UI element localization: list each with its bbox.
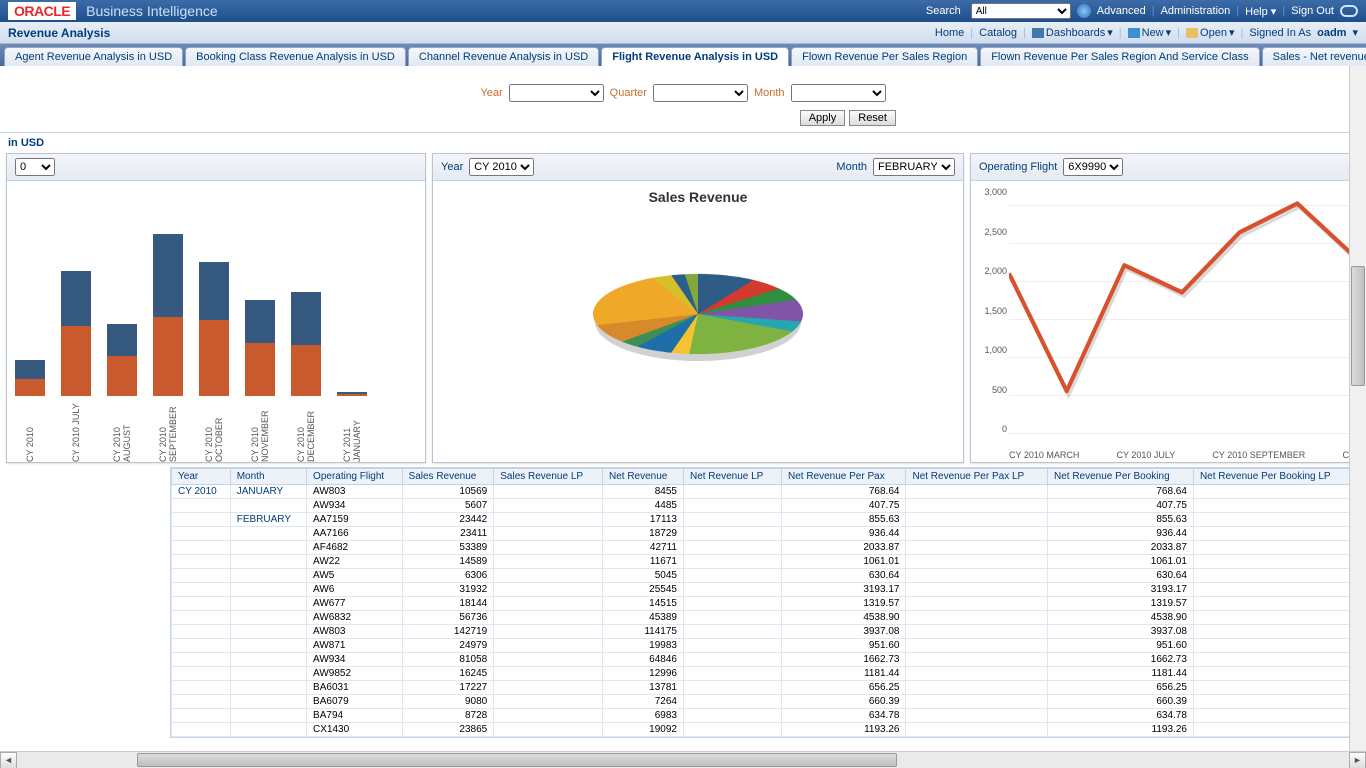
table-row: BA79487286983634.78634.78 <box>172 709 1357 723</box>
pie-chart-title: Sales Revenue <box>433 181 963 209</box>
panel2-year-label: Year <box>441 161 463 173</box>
scroll-left-icon[interactable]: ◄ <box>0 752 17 768</box>
pie-chart-panel: Year CY 2010 Month FEBRUARY Sales Revenu… <box>432 153 964 463</box>
col-header[interactable]: Operating Flight <box>307 469 402 485</box>
prompt-quarter-label: Quarter <box>610 87 647 99</box>
col-header[interactable]: Net Revenue Per Booking LP <box>1193 469 1356 485</box>
panel2-month-select[interactable]: FEBRUARY <box>873 158 955 176</box>
link-signout[interactable]: Sign Out <box>1291 5 1334 17</box>
table-row: AW631932255453193.173193.17 <box>172 583 1357 597</box>
table-row: AW67718144145151319.571319.57 <box>172 597 1357 611</box>
scroll-right-icon[interactable]: ► <box>1349 752 1366 768</box>
panel3-flight-select[interactable]: 6X9990 <box>1063 158 1123 176</box>
prompt-month-label: Month <box>754 87 785 99</box>
prompt-month-select[interactable] <box>791 84 886 102</box>
tab-4[interactable]: Flown Revenue Per Sales Region <box>791 47 978 66</box>
horizontal-scrollbar[interactable]: ◄ ► <box>0 751 1366 768</box>
reset-button[interactable]: Reset <box>849 110 896 126</box>
table-row: AW563065045630.64630.64 <box>172 569 1357 583</box>
tab-5[interactable]: Flown Revenue Per Sales Region And Servi… <box>980 47 1259 66</box>
col-header[interactable]: Net Revenue Per Pax <box>781 469 905 485</box>
table-row: AW8031427191141753937.083937.08 <box>172 625 1357 639</box>
link-advanced[interactable]: Advanced <box>1097 5 1146 17</box>
prompt-year-select[interactable] <box>509 84 604 102</box>
line-chart-panel: Operating Flight 6X9990 3,0002,5002,0001… <box>970 153 1360 463</box>
col-header[interactable]: Net Revenue <box>602 469 683 485</box>
oracle-logo: ORACLE <box>8 2 76 20</box>
search-icon[interactable] <box>1077 4 1091 18</box>
table-row: CY 2010JANUARYAW803105698455768.64768.64 <box>172 485 1357 499</box>
link-administration[interactable]: Administration <box>1161 5 1231 17</box>
tab-0[interactable]: Agent Revenue Analysis in USD <box>4 47 183 66</box>
col-header[interactable]: Sales Revenue LP <box>494 469 603 485</box>
panel3-flight-label: Operating Flight <box>979 161 1057 173</box>
tab-2[interactable]: Channel Revenue Analysis in USD <box>408 47 599 66</box>
table-row: AW683256736453894538.904538.90 <box>172 611 1357 625</box>
nav-catalog[interactable]: Catalog <box>979 27 1017 39</box>
search-scope-select[interactable]: All <box>971 3 1071 19</box>
tab-3[interactable]: Flight Revenue Analysis in USD <box>601 47 789 66</box>
col-header[interactable]: Net Revenue Per Pax LP <box>906 469 1048 485</box>
bar-chart-panel: 0 CY 2010CY 2010 JULYCY 2010 AUGUSTCY 20… <box>6 153 426 463</box>
table-row: BA60311722713781656.25656.25 <box>172 681 1357 695</box>
open-icon <box>1186 28 1198 38</box>
charts-row: 0 CY 2010CY 2010 JULYCY 2010 AUGUSTCY 20… <box>0 153 1366 463</box>
dashboards-icon <box>1032 28 1044 38</box>
col-header[interactable]: Month <box>230 469 306 485</box>
tab-6[interactable]: Sales - Net revenue flown » <box>1262 47 1366 66</box>
pie-chart <box>433 209 963 419</box>
col-header[interactable]: Year <box>172 469 231 485</box>
nav-dashboards[interactable]: Dashboards ▾ <box>1032 26 1113 39</box>
signout-icon[interactable] <box>1340 5 1358 17</box>
table-row: AA71662341118729936.44936.44 <box>172 527 1357 541</box>
table-row: AW8712497919983951.60951.60 <box>172 639 1357 653</box>
page-title: Revenue Analysis <box>8 26 110 40</box>
col-header[interactable]: Net Revenue LP <box>683 469 781 485</box>
table-row: FEBRUARYAA71592344217113855.63855.63 <box>172 513 1357 527</box>
table-row: CX143023865190921193.261193.26 <box>172 723 1357 737</box>
col-header[interactable]: Net Revenue Per Booking <box>1048 469 1194 485</box>
table-row: AW93481058648461662.731662.73 <box>172 653 1357 667</box>
prompt-quarter-select[interactable] <box>653 84 748 102</box>
panel2-year-select[interactable]: CY 2010 <box>469 158 534 176</box>
nav-open[interactable]: Open ▾ <box>1186 26 1234 39</box>
table-row: AW2214589116711061.011061.01 <box>172 555 1357 569</box>
link-help[interactable]: Help ▾ <box>1245 5 1276 18</box>
global-header: ORACLE Business Intelligence Search All … <box>0 0 1366 22</box>
vertical-scrollbar[interactable] <box>1349 66 1366 751</box>
col-header[interactable]: Sales Revenue <box>402 469 494 485</box>
page-bar-right: Home| Catalog| Dashboards ▾| New ▾| Open… <box>935 26 1358 39</box>
table-row: AW93456074485407.75407.75 <box>172 499 1357 513</box>
header-right: Search All Advanced| Administration| Hel… <box>926 3 1358 19</box>
data-table: YearMonthOperating FlightSales RevenueSa… <box>171 468 1357 737</box>
nav-new[interactable]: New ▾ <box>1128 26 1172 39</box>
nav-home[interactable]: Home <box>935 27 964 39</box>
new-icon <box>1128 28 1140 38</box>
dashboard-tabs: Agent Revenue Analysis in USDBooking Cla… <box>0 44 1366 66</box>
section-label: in USD <box>0 133 1366 153</box>
tab-1[interactable]: Booking Class Revenue Analysis in USD <box>185 47 406 66</box>
bar-chart: CY 2010CY 2010 JULYCY 2010 AUGUSTCY 2010… <box>7 181 425 462</box>
apply-button[interactable]: Apply <box>800 110 846 126</box>
table-row: BA607990807264660.39660.39 <box>172 695 1357 709</box>
panel1-select[interactable]: 0 <box>15 158 55 176</box>
app-title: Business Intelligence <box>86 3 218 19</box>
prompt-year-label: Year <box>480 87 502 99</box>
page-bar: Revenue Analysis Home| Catalog| Dashboar… <box>0 22 1366 44</box>
table-row: AF468253389427112033.872033.87 <box>172 541 1357 555</box>
panel2-month-label: Month <box>836 161 867 173</box>
prompt-area: Year Quarter Month Apply Reset <box>0 66 1366 133</box>
table-row: AW985216245129961181.441181.44 <box>172 667 1357 681</box>
search-label: Search <box>926 5 961 17</box>
data-table-wrap[interactable]: YearMonthOperating FlightSales RevenueSa… <box>170 467 1358 738</box>
signed-in-label: Signed In As <box>1249 27 1311 39</box>
line-chart: 3,0002,5002,0001,5001,0005000 CY 2010 MA… <box>971 181 1359 462</box>
signed-in-user[interactable]: oadm <box>1317 27 1346 39</box>
